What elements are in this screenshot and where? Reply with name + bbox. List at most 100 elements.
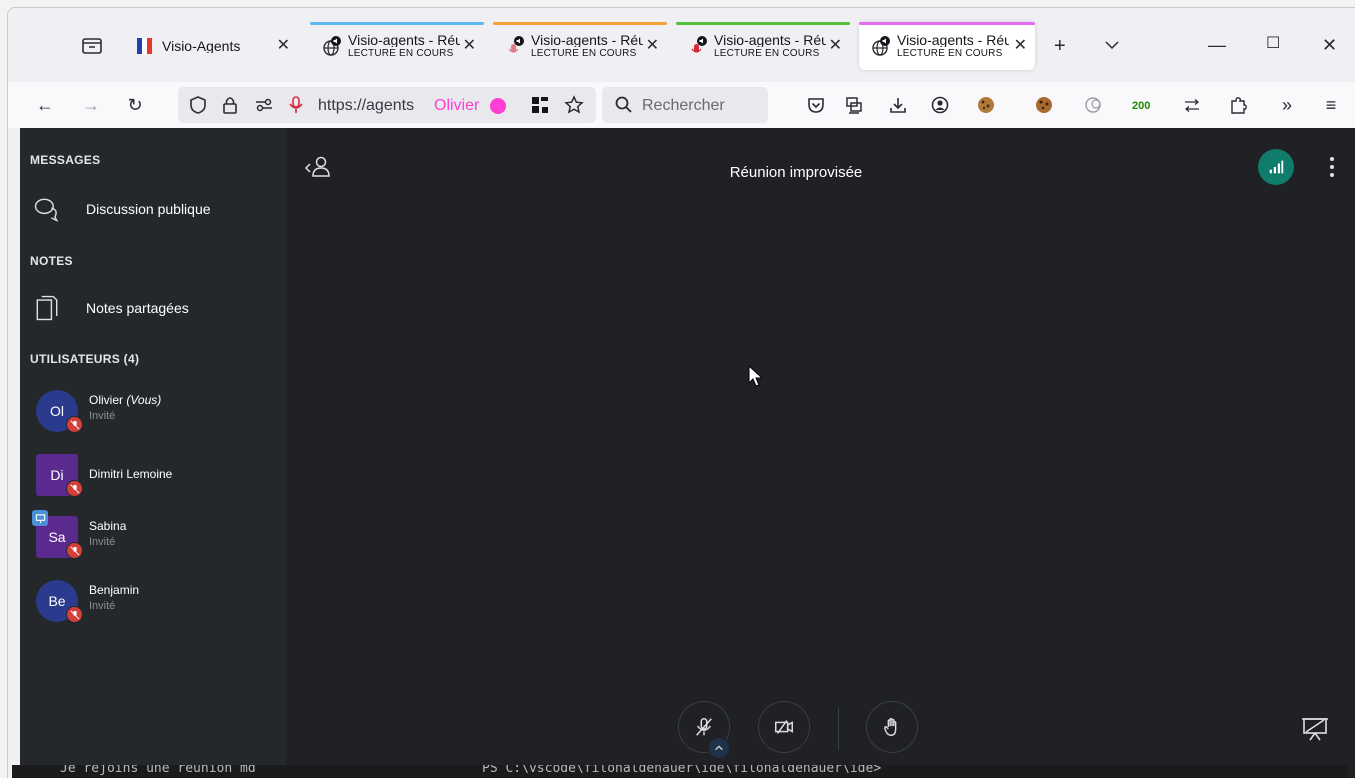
notes-header: NOTES (30, 254, 73, 268)
downloads-icon[interactable] (888, 95, 908, 115)
extension-blob-icon[interactable] (1084, 95, 1104, 115)
close-tab-icon[interactable]: ✕ (277, 38, 290, 54)
tab-title: Visio-agents - Réunion improvisée (531, 33, 643, 47)
camera-toggle-button[interactable] (758, 701, 810, 753)
microphone-active-icon[interactable] (286, 95, 306, 115)
chat-bubbles-icon (30, 192, 64, 226)
user-name: Olivier (Vous) (89, 393, 162, 407)
tracking-protection-shield-icon[interactable] (188, 95, 208, 115)
notes-pages-icon (30, 291, 64, 325)
messages-header: MESSAGES (30, 153, 101, 167)
tab-color-indicator (676, 22, 850, 25)
microphone-icon (503, 35, 525, 57)
tab-visio-meeting-2[interactable]: Visio-agents - Réunion improvisée LECTUR… (493, 22, 667, 70)
user-role: Invité (89, 600, 116, 612)
presentation-off-icon[interactable] (1300, 714, 1330, 744)
search-icon (615, 96, 632, 113)
avatar-initials: Be (48, 593, 66, 609)
globe-icon (869, 35, 891, 57)
maximize-button[interactable]: ☐ (1266, 36, 1280, 52)
close-tab-icon[interactable]: ✕ (646, 38, 659, 54)
url-bar[interactable]: https://agents Olivier (178, 87, 596, 123)
user-item[interactable]: Be Benjamin Invité (36, 580, 280, 626)
user-name: Sabina (89, 519, 127, 533)
audio-options-caret-icon[interactable] (708, 737, 730, 759)
user-item[interactable]: Ol Olivier (Vous) Invité (36, 390, 280, 436)
tab-visio-meeting-1[interactable]: Visio-agents - Réunion improvisée LECTUR… (310, 22, 484, 70)
forward-arrow-icon[interactable]: → (80, 94, 102, 116)
raise-hand-button[interactable] (866, 701, 918, 753)
tab-title: Visio-agents - Réunion improvisée (714, 33, 826, 47)
close-tab-icon[interactable]: ✕ (463, 38, 476, 54)
globe-icon (320, 35, 342, 57)
user-item[interactable]: Sa Sabina Invité (32, 510, 280, 562)
signal-bars-icon (1269, 160, 1284, 174)
account-icon[interactable] (930, 95, 950, 115)
bookmark-star-icon[interactable] (564, 95, 584, 115)
list-all-tabs-icon[interactable] (1104, 39, 1120, 51)
close-tab-icon[interactable]: ✕ (1014, 38, 1027, 54)
minimize-button[interactable]: — (1208, 36, 1226, 54)
screenshot-extension-icon[interactable] (844, 95, 864, 115)
tab-visio-agents[interactable]: Visio-Agents ✕ (124, 22, 298, 70)
tab-visio-meeting-4[interactable]: Visio-agents - Réunion improvisée LECTUR… (859, 22, 1035, 70)
tab-title: Visio-agents - Réunion improvisée (897, 33, 1009, 47)
avatar-initials: Ol (50, 403, 64, 419)
container-dot (490, 98, 506, 114)
navigation-bar: ← → ↻ https://agents Olivier Rechercher … (8, 82, 1355, 128)
background-window-strip: Je rejoins une réunion md PS C:\vscode\f… (12, 765, 1348, 778)
tab-bar: Visio-Agents ✕ Visio-agents - Réunion im… (8, 8, 1355, 82)
meeting-main-area: Réunion improvisée (286, 128, 1355, 778)
avatar-initials: Di (50, 467, 64, 483)
http-header-extension-icon[interactable] (1182, 95, 1202, 115)
shared-notes-label: Notes partagées (86, 300, 189, 316)
control-separator (838, 708, 839, 750)
public-chat-item[interactable]: Discussion publique (30, 189, 280, 229)
tab-color-indicator (310, 22, 484, 25)
microphone-off-icon (696, 718, 712, 736)
muted-microphone-icon (66, 542, 83, 559)
mouse-cursor-icon (748, 365, 764, 387)
lock-icon[interactable] (220, 95, 240, 115)
extension-counter-badge[interactable]: 200 (1132, 100, 1150, 112)
users-header: UTILISATEURS (4) (30, 352, 140, 366)
url-text[interactable]: https://agents (318, 97, 438, 115)
extensions-puzzle-icon[interactable] (1228, 95, 1248, 115)
user-name: Dimitri Lemoine (89, 467, 173, 481)
close-window-button[interactable]: ✕ (1322, 36, 1337, 54)
firefox-view-icon[interactable] (81, 37, 103, 55)
tab-subtitle: LECTURE EN COURS (714, 48, 820, 59)
tab-subtitle: LECTURE EN COURS (531, 48, 637, 59)
overflow-chevron-icon[interactable]: » (1276, 94, 1298, 116)
tab-visio-meeting-3[interactable]: Visio-agents - Réunion improvisée LECTUR… (676, 22, 850, 70)
raise-hand-icon (883, 717, 897, 736)
pocket-icon[interactable] (806, 95, 826, 115)
hamburger-menu-icon[interactable]: ≡ (1320, 94, 1342, 116)
french-flag-icon (134, 35, 156, 57)
close-tab-icon[interactable]: ✕ (829, 38, 842, 54)
tab-subtitle: LECTURE EN COURS (348, 48, 454, 59)
back-arrow-icon[interactable]: ← (34, 94, 56, 116)
muted-microphone-icon (66, 416, 83, 433)
new-tab-button[interactable]: + (1054, 36, 1066, 56)
permissions-icon[interactable] (254, 95, 274, 115)
muted-microphone-icon (66, 480, 83, 497)
meeting-app: MESSAGES Discussion publique NOTES Notes… (20, 128, 1355, 778)
user-role: Invité (89, 410, 116, 422)
search-placeholder: Rechercher (642, 97, 725, 114)
tab-title: Visio-Agents (162, 39, 241, 53)
reload-icon[interactable]: ↻ (124, 94, 146, 116)
user-item[interactable]: Di Dimitri Lemoine (36, 454, 280, 500)
cookie-editor-icon[interactable] (1034, 95, 1054, 115)
more-options-icon[interactable] (1322, 150, 1342, 184)
browser-window: Visio-Agents ✕ Visio-agents - Réunion im… (7, 7, 1355, 778)
cookie-extension-icon[interactable] (976, 95, 996, 115)
search-bar[interactable]: Rechercher (602, 87, 768, 123)
camera-off-icon (775, 720, 793, 734)
users-sidebar: MESSAGES Discussion publique NOTES Notes… (20, 128, 286, 778)
connection-status-button[interactable] (1258, 149, 1294, 185)
background-terminal-prompt: PS C:\vscode\filonaldenauer\ide\filonald… (482, 765, 882, 776)
presenter-icon (32, 510, 48, 526)
qr-code-icon[interactable] (530, 95, 550, 115)
shared-notes-item[interactable]: Notes partagées (30, 288, 280, 328)
